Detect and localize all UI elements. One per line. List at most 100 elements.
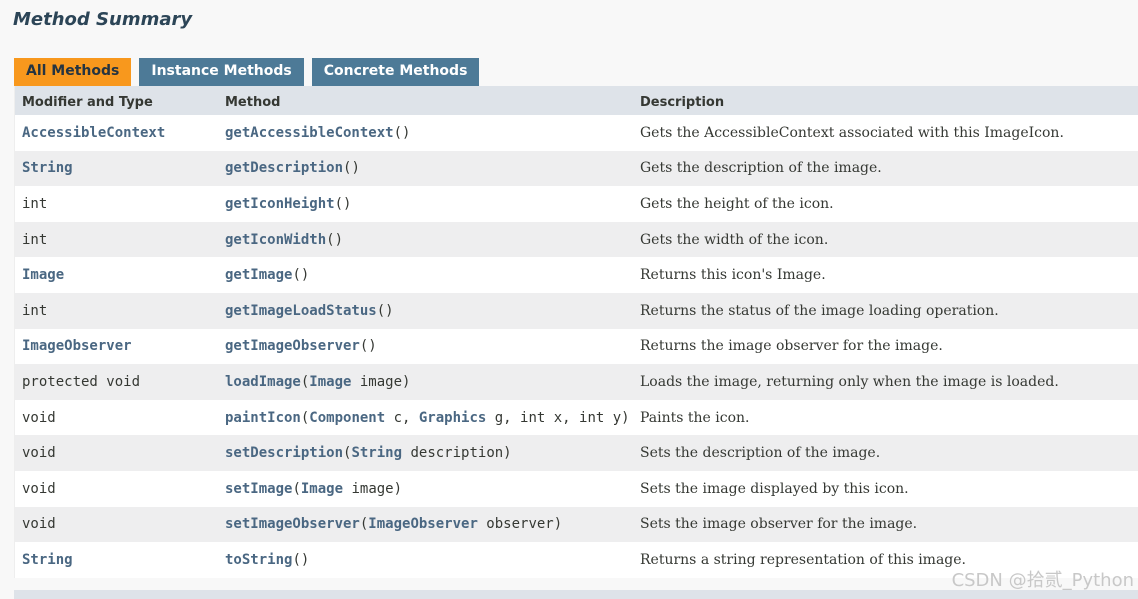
method-summary-section: Method Summary All Methods Instance Meth… [0,0,1138,599]
method-name-link[interactable]: getDescription [225,160,343,176]
method-table: Modifier and Type Method Description Acc… [14,86,1138,578]
method-signature-text: description) [402,445,512,462]
type-link[interactable]: String [22,160,73,176]
description-cell: Gets the height of the icon. [640,195,834,212]
modifier-and-type-cell: AccessibleContext [15,125,218,141]
description-cell: Returns this icon's Image. [640,267,826,284]
description-cell: Loads the image, returning only when the… [640,373,1059,390]
type-link[interactable]: Image [22,267,64,283]
method-cell: getImageObserver() [218,338,633,354]
method-tabs: All Methods Instance Methods Concrete Me… [14,58,480,86]
modifier-and-type-cell: ImageObserver [15,338,218,354]
description-cell: Paints the icon. [640,409,750,426]
description-cell: Sets the image observer for the image. [640,516,918,533]
modifier-and-type-cell: void [15,516,218,532]
method-name-link[interactable]: getIconWidth [225,232,326,248]
param-type-link[interactable]: Image [301,481,343,497]
param-type-link[interactable]: Image [309,374,351,390]
method-cell: getIconWidth() [218,232,633,248]
method-signature-text: image) [351,373,411,390]
type-link[interactable]: AccessibleContext [22,125,165,141]
method-cell: setDescription(String description) [218,445,633,461]
description-cell: Sets the image displayed by this icon. [640,480,909,497]
method-signature-text: () [343,160,360,177]
method-name-link[interactable]: setImage [225,481,292,497]
table-row: void setDescription(String description) Se… [15,435,1138,471]
method-signature-text: () [359,338,377,355]
table-row: Image getImage() Returns this icon's Image… [15,257,1138,293]
table-header: Modifier and Type Method Description [15,86,1138,115]
param-type-link[interactable]: String [351,445,402,461]
method-cell: getImageLoadStatus() [218,303,633,319]
modifier-and-type-cell: void [15,481,218,497]
param-type-link[interactable]: Component [309,410,385,426]
table-row: int getIconWidth() Gets the width of the i… [15,221,1138,258]
method-signature-text: ( [292,480,301,497]
type-text: protected void [22,373,141,390]
method-signature-text: () [292,267,310,284]
modifier-and-type-cell: int [15,196,218,212]
type-text: void [22,409,56,426]
method-name-link[interactable]: getImage [225,267,292,283]
method-cell: getIconHeight() [218,196,633,212]
method-cell: getImage() [218,267,633,283]
tab-instance-methods[interactable]: Instance Methods [139,58,304,86]
method-name-link[interactable]: toString [225,552,292,568]
method-signature-text: () [326,231,344,248]
description-cell: Sets the description of the image. [640,445,881,462]
method-signature-text: () [376,302,394,319]
param-type-link[interactable]: Graphics [419,410,486,426]
modifier-and-type-cell: String [15,552,218,568]
column-header-method: Method [225,95,281,110]
method-cell: setImage(Image image) [218,481,633,497]
method-name-link[interactable]: paintIcon [225,410,301,426]
method-signature-text: () [393,124,411,141]
column-header-modifier: Modifier and Type [22,95,153,110]
modifier-and-type-cell: int [15,303,218,319]
description-cell: Returns the status of the image loading … [640,302,999,319]
type-link[interactable]: String [22,552,73,568]
description-cell: Gets the AccessibleContext associated wi… [640,124,1064,141]
table-row: int getImageLoadStatus() Returns the statu… [15,292,1138,329]
table-row: AccessibleContext getAccessibleContext() G… [15,115,1138,151]
section-title: Method Summary [13,9,193,30]
tab-concrete-methods[interactable]: Concrete Methods [311,58,480,86]
table-row: void setImageObserver(ImageObserver obser… [15,506,1138,543]
method-cell: getAccessibleContext() [218,125,633,141]
method-cell: paintIcon(Component c, Graphics g, int x… [218,410,633,426]
method-name-link[interactable]: setImageObserver [225,516,360,532]
method-signature-text: observer) [477,516,563,533]
table-row: int getIconHeight() Gets the height of the… [15,186,1138,222]
column-header-description: Description [640,95,725,110]
type-text: void [22,480,56,497]
table-row: void paintIcon(Component c, Graphics g, i… [15,399,1138,436]
modifier-and-type-cell: String [15,160,218,176]
method-name-link[interactable]: getImageObserver [225,338,360,354]
method-signature-text: () [334,195,352,212]
table-row: String getDescription() Gets the descripti… [15,150,1138,187]
type-text: int [22,195,48,212]
method-name-link[interactable]: getAccessibleContext [225,125,394,141]
type-link[interactable]: ImageObserver [22,338,132,354]
tab-all-methods[interactable]: All Methods [14,58,132,86]
modifier-and-type-cell: void [15,445,218,461]
modifier-and-type-cell: Image [15,267,218,283]
method-name-link[interactable]: getImageLoadStatus [225,303,377,319]
method-name-link[interactable]: loadImage [225,374,301,390]
type-text: void [22,516,56,533]
method-signature-text: g, int x, int y) [486,409,630,426]
method-signature-text: c, [385,409,419,426]
modifier-and-type-cell: void [15,410,218,426]
modifier-and-type-cell: protected void [15,374,218,390]
description-cell: Returns the image observer for the image… [640,338,943,355]
method-cell: setImageObserver(ImageObserver observer) [218,516,633,532]
param-type-link[interactable]: ImageObserver [368,516,478,532]
method-signature-text: image) [343,480,403,497]
table-row: protected void loadImage(Image image) Load… [15,364,1138,400]
method-cell: getDescription() [218,160,633,176]
method-signature-text: () [292,551,310,568]
method-name-link[interactable]: setDescription [225,445,343,461]
method-name-link[interactable]: getIconHeight [225,196,335,212]
table-row: ImageObserver getImageObserver() Returns t… [15,328,1138,365]
method-cell: loadImage(Image image) [218,374,633,390]
